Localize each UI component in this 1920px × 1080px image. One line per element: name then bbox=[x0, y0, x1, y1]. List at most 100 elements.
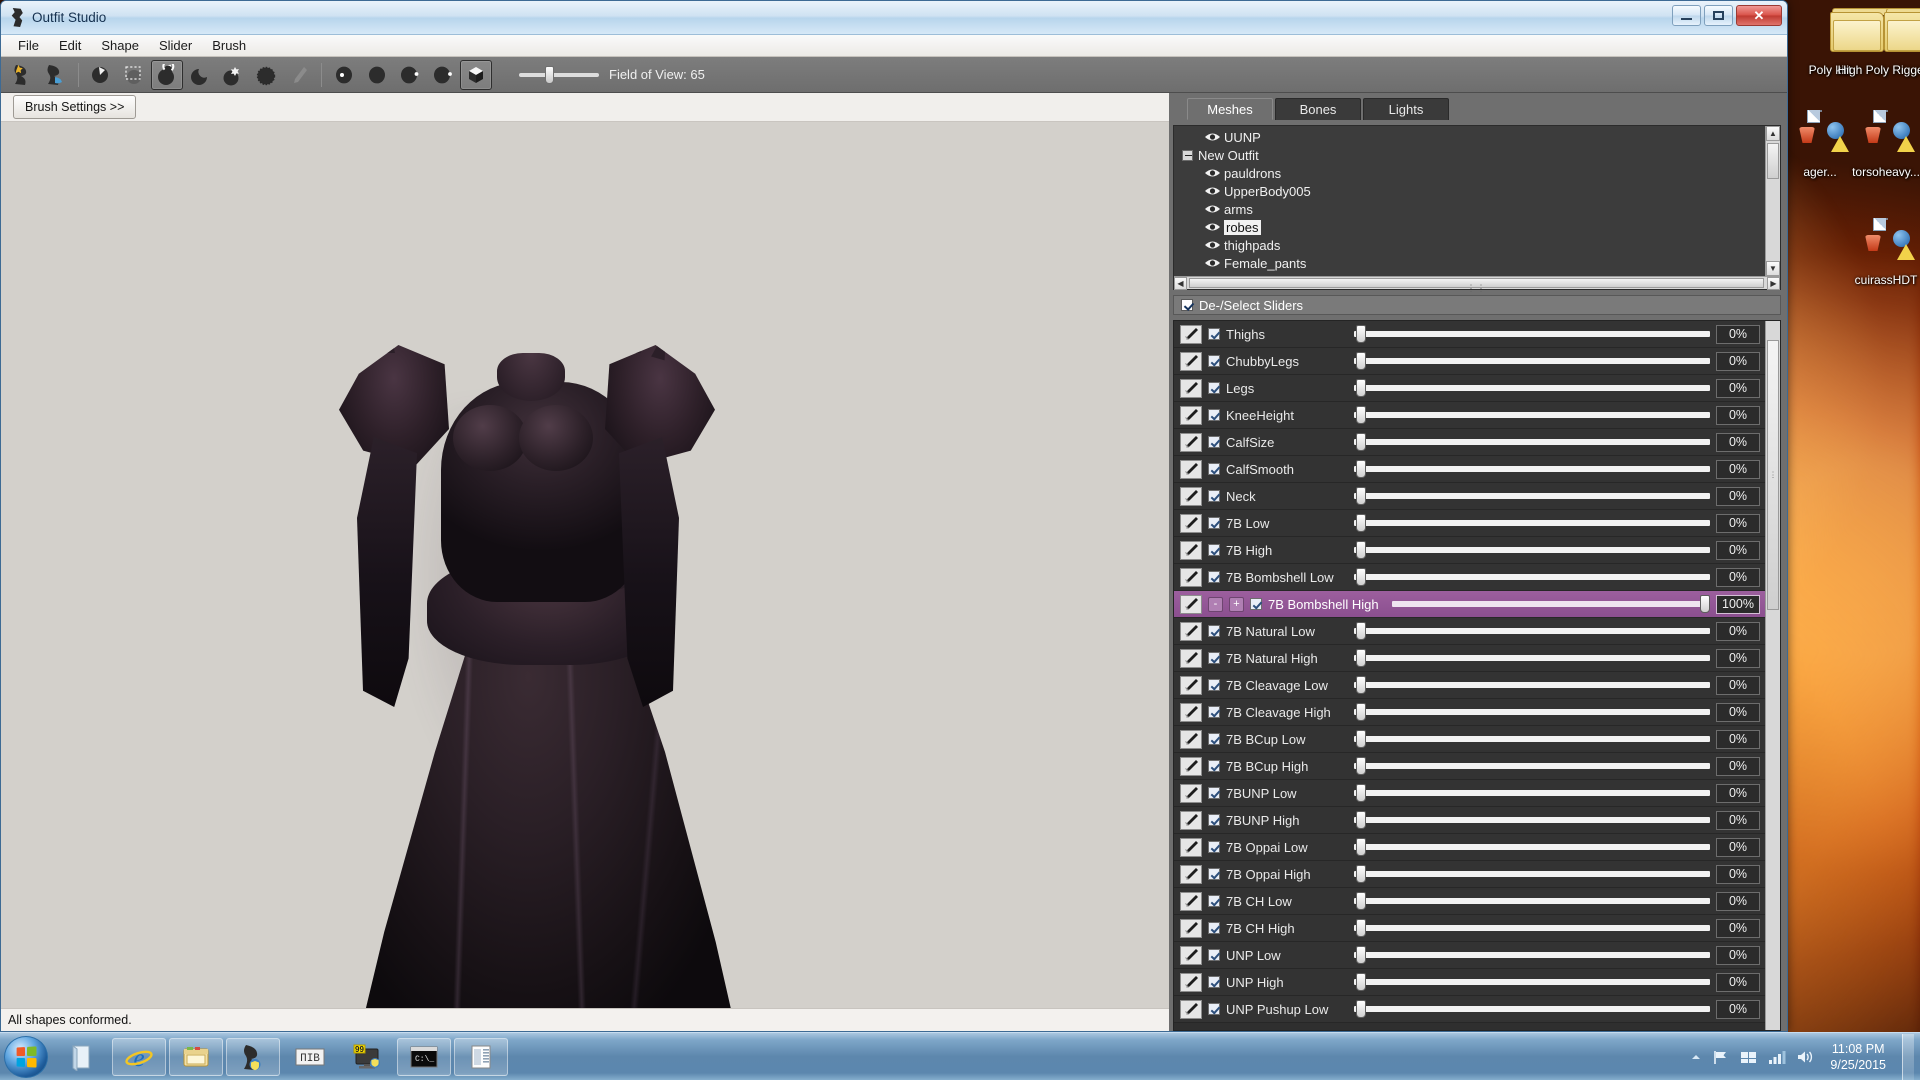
slider-track[interactable] bbox=[1354, 487, 1710, 505]
mesh-tree-item-upperbody005[interactable]: UpperBody005 bbox=[1174, 182, 1780, 200]
mesh-tree-item-uunp[interactable]: UUNP bbox=[1174, 128, 1780, 146]
inflate-brush-icon[interactable] bbox=[151, 59, 183, 90]
slider-row-7b-cleavage-low[interactable]: 7B Cleavage Low 0% bbox=[1174, 672, 1765, 699]
slider-row-chubbylegs[interactable]: ChubbyLegs 0% bbox=[1174, 348, 1765, 375]
eye-icon[interactable] bbox=[1204, 257, 1221, 269]
slider-handle[interactable] bbox=[1355, 487, 1366, 505]
slider-track[interactable] bbox=[1354, 811, 1710, 829]
slider-value[interactable]: 0% bbox=[1716, 918, 1760, 938]
slider-value[interactable]: 0% bbox=[1716, 513, 1760, 533]
desktop-folder-high-poly-rigged[interactable]: High Poly Rigged bbox=[1836, 8, 1920, 77]
slider-track[interactable] bbox=[1354, 325, 1710, 343]
slider-value[interactable]: 0% bbox=[1716, 378, 1760, 398]
slider-handle[interactable] bbox=[1355, 460, 1366, 478]
show-desktop-button[interactable] bbox=[1902, 1033, 1914, 1080]
slider-value[interactable]: 0% bbox=[1716, 999, 1760, 1019]
show-hidden-icons-button[interactable] bbox=[1690, 1051, 1702, 1063]
slider-enabled-checkbox[interactable] bbox=[1208, 490, 1220, 502]
mesh-tree-item-arms[interactable]: arms bbox=[1174, 200, 1780, 218]
slider-enabled-checkbox[interactable] bbox=[1208, 652, 1220, 664]
slider-handle[interactable] bbox=[1355, 325, 1366, 343]
slider-decrement-button[interactable]: - bbox=[1208, 596, 1223, 612]
slider-track[interactable] bbox=[1354, 703, 1710, 721]
deselect-sliders-checkbox[interactable] bbox=[1181, 299, 1193, 311]
slider-handle[interactable] bbox=[1355, 649, 1366, 667]
eye-icon[interactable] bbox=[1204, 239, 1221, 251]
slider-value[interactable]: 0% bbox=[1716, 621, 1760, 641]
edit-slider-icon[interactable] bbox=[1180, 378, 1202, 398]
slider-row-7b-oppai-high[interactable]: 7B Oppai High 0% bbox=[1174, 861, 1765, 888]
scroll-down-icon[interactable]: ▼ bbox=[1766, 261, 1780, 276]
slider-track[interactable] bbox=[1354, 379, 1710, 397]
slider-handle[interactable] bbox=[1355, 703, 1366, 721]
slider-value[interactable]: 0% bbox=[1716, 432, 1760, 452]
slider-row-unp-high[interactable]: UNP High 0% bbox=[1174, 969, 1765, 996]
color-paint-icon[interactable] bbox=[361, 60, 393, 90]
slider-track[interactable] bbox=[1354, 892, 1710, 910]
slider-enabled-checkbox[interactable] bbox=[1208, 706, 1220, 718]
mesh-tree-item-female-pants[interactable]: Female_pants bbox=[1174, 254, 1780, 272]
slider-enabled-checkbox[interactable] bbox=[1208, 841, 1220, 853]
slider-row-unp-low[interactable]: UNP Low 0% bbox=[1174, 942, 1765, 969]
slider-value[interactable]: 0% bbox=[1716, 486, 1760, 506]
edit-slider-icon[interactable] bbox=[1180, 351, 1202, 371]
slider-row-7b-oppai-low[interactable]: 7B Oppai Low 0% bbox=[1174, 834, 1765, 861]
menu-shape[interactable]: Shape bbox=[92, 36, 148, 55]
slider-value[interactable]: 0% bbox=[1716, 324, 1760, 344]
edit-slider-icon[interactable] bbox=[1180, 945, 1202, 965]
slider-track[interactable] bbox=[1354, 838, 1710, 856]
slider-track[interactable] bbox=[1354, 541, 1710, 559]
slider-row-7b-bcup-low[interactable]: 7B BCup Low 0% bbox=[1174, 726, 1765, 753]
slider-track[interactable] bbox=[1354, 784, 1710, 802]
taskbar-windows-explorer-icon[interactable] bbox=[169, 1037, 223, 1076]
edit-slider-icon[interactable] bbox=[1180, 702, 1202, 722]
volume-icon[interactable] bbox=[1796, 1049, 1814, 1065]
slider-handle[interactable] bbox=[1355, 406, 1366, 424]
network-icon[interactable] bbox=[1740, 1049, 1758, 1065]
edit-slider-icon[interactable] bbox=[1180, 648, 1202, 668]
taskbar-nifskope-icon[interactable]: ΠΙΒ bbox=[283, 1038, 337, 1076]
field-of-view-slider[interactable] bbox=[519, 65, 599, 84]
slider-track[interactable] bbox=[1354, 406, 1710, 424]
slider-enabled-checkbox[interactable] bbox=[1208, 895, 1220, 907]
slider-track[interactable] bbox=[1354, 730, 1710, 748]
slider-track[interactable] bbox=[1354, 757, 1710, 775]
slider-value[interactable]: 0% bbox=[1716, 864, 1760, 884]
vertex-edit-icon[interactable] bbox=[427, 60, 459, 90]
slider-list-scroll-thumb[interactable]: ⋮ bbox=[1767, 340, 1779, 610]
slider-value[interactable]: 0% bbox=[1716, 891, 1760, 911]
slider-value[interactable]: 0% bbox=[1716, 702, 1760, 722]
edit-slider-icon[interactable] bbox=[1180, 486, 1202, 506]
slider-track[interactable] bbox=[1392, 595, 1710, 613]
slider-enabled-checkbox[interactable] bbox=[1208, 787, 1220, 799]
close-button[interactable]: ✕ bbox=[1736, 5, 1782, 26]
slider-handle[interactable] bbox=[1355, 919, 1366, 937]
edit-slider-icon[interactable] bbox=[1180, 324, 1202, 344]
desktop-file-cuirasshdt[interactable]: cuirassHDT bbox=[1838, 218, 1920, 287]
slider-enabled-checkbox[interactable] bbox=[1208, 463, 1220, 475]
deflate-brush-icon[interactable] bbox=[184, 60, 216, 90]
maximize-button[interactable] bbox=[1704, 5, 1733, 26]
slider-handle[interactable] bbox=[1700, 595, 1710, 613]
eye-icon[interactable] bbox=[1204, 221, 1221, 233]
slider-enabled-checkbox[interactable] bbox=[1208, 949, 1220, 961]
slider-row-legs[interactable]: Legs 0% bbox=[1174, 375, 1765, 402]
slider-track[interactable] bbox=[1354, 676, 1710, 694]
slider-row-thighs[interactable]: Thighs 0% bbox=[1174, 321, 1765, 348]
edit-slider-icon[interactable] bbox=[1180, 405, 1202, 425]
slider-list[interactable]: Thighs 0% ChubbyLegs 0% Legs 0% KneeHeight 0% Ca… bbox=[1174, 321, 1765, 1030]
taskbar-command-prompt-icon[interactable]: C:\_ bbox=[397, 1037, 451, 1076]
slider-value[interactable]: 0% bbox=[1716, 675, 1760, 695]
slider-track[interactable] bbox=[1354, 433, 1710, 451]
slider-handle[interactable] bbox=[1355, 622, 1366, 640]
mesh-tree-item-new-outfit[interactable]: New Outfit bbox=[1174, 146, 1780, 164]
edit-slider-icon[interactable] bbox=[1180, 540, 1202, 560]
weight-paint-icon[interactable] bbox=[328, 60, 360, 90]
start-button[interactable] bbox=[4, 1035, 48, 1078]
slider-track[interactable] bbox=[1354, 352, 1710, 370]
slider-enabled-checkbox[interactable] bbox=[1208, 760, 1220, 772]
outfit-star-icon[interactable] bbox=[7, 60, 39, 90]
taskbar-outfit-studio-icon[interactable] bbox=[226, 1037, 280, 1076]
slider-track[interactable] bbox=[1354, 649, 1710, 667]
edit-slider-icon[interactable] bbox=[1180, 810, 1202, 830]
